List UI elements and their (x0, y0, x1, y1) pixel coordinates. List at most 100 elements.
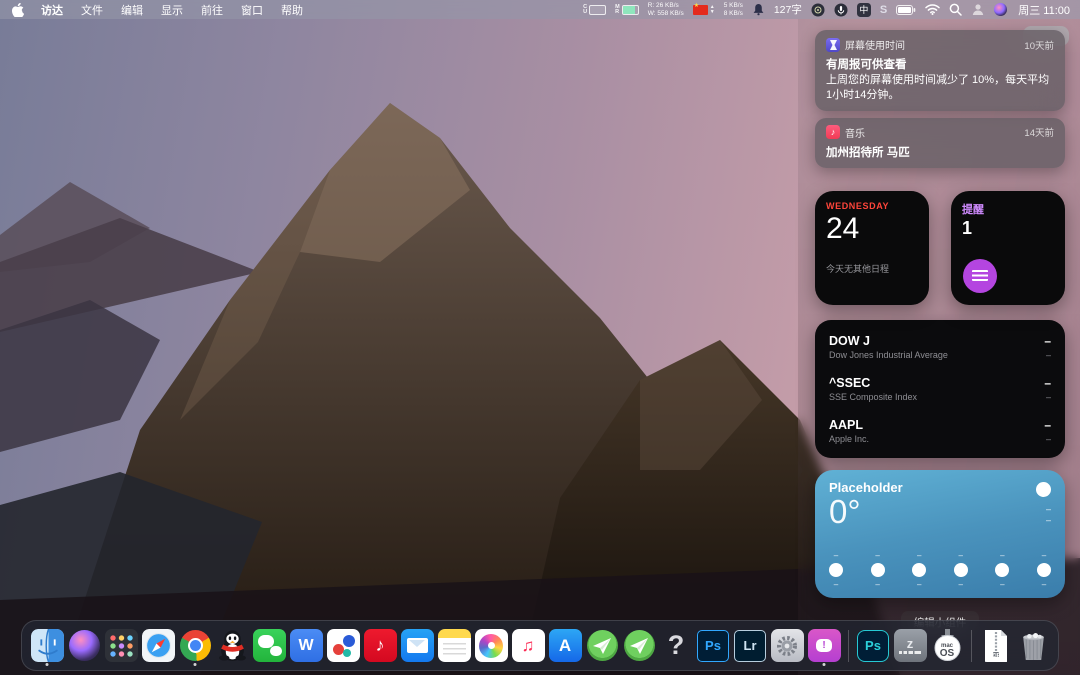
dock-tips-app[interactable]: ! (807, 627, 841, 665)
menu-app-name[interactable]: 访达 (32, 2, 72, 18)
weather-hour: –– (912, 551, 926, 589)
wifi-icon[interactable] (925, 4, 940, 15)
dock-shadowsocks-1[interactable] (585, 627, 619, 665)
dock-divider (971, 630, 972, 662)
download-arrow-icon: ▼ (710, 10, 715, 15)
baidu-netdisk-icon (327, 629, 360, 662)
safari-icon (142, 629, 175, 662)
weather-widget[interactable]: Placeholder 0° – – –– –– –– –– –– –– (815, 470, 1065, 598)
menu-file[interactable]: 文件 (72, 2, 112, 18)
stock-symbol: DOW J (829, 334, 948, 348)
reminders-title: 提醒 (962, 201, 1054, 217)
dock-photoshop[interactable]: Ps (696, 627, 730, 665)
notification-screen-time[interactable]: 屏幕使用时间 10天前 有周报可供查看 上周您的屏幕使用时间减少了 10%，每天… (815, 30, 1065, 111)
calendar-widget[interactable]: WEDNESDAY 24 今天无其他日程 (815, 191, 929, 305)
dock-finder[interactable] (30, 627, 64, 665)
memory-bar (622, 5, 639, 15)
s-status-icon[interactable]: S (880, 4, 887, 16)
weather-hour-icon (1037, 563, 1051, 577)
microphone-status-icon[interactable] (834, 3, 848, 17)
stock-row[interactable]: DOW J Dow Jones Industrial Average – – (829, 326, 1051, 368)
siri-dock-icon (69, 630, 100, 661)
dock-macos-installer[interactable]: mac OS (930, 627, 964, 665)
menu-window[interactable]: 窗口 (232, 2, 272, 18)
photoshop-icon: Ps (697, 630, 729, 662)
calendar-weekday: WEDNESDAY (826, 201, 918, 211)
menu-edit[interactable]: 编辑 (112, 2, 152, 18)
running-indicator (823, 663, 826, 666)
menu-help[interactable]: 帮助 (272, 2, 312, 18)
reminders-widget[interactable]: 提醒 1 (951, 191, 1065, 305)
apple-menu[interactable] (10, 3, 32, 17)
battery-icon[interactable] (896, 5, 916, 15)
dock-zip-file[interactable]: ZIP (979, 627, 1013, 665)
dock-app-store[interactable]: A (548, 627, 582, 665)
disk-read-speed: R: 26 KB/s (648, 2, 684, 10)
wps-icon: W (290, 629, 323, 662)
dock-siri[interactable] (67, 627, 101, 665)
launchpad-icon (105, 629, 138, 662)
weather-hour-icon (871, 563, 885, 577)
dock-trash[interactable] (1016, 627, 1050, 665)
dock-notes[interactable] (437, 627, 471, 665)
dock-safari[interactable] (141, 627, 175, 665)
dock-chrome[interactable] (178, 627, 212, 665)
spotlight-search-icon[interactable] (949, 3, 962, 16)
user-switch-icon[interactable] (971, 3, 985, 16)
menu-bar-clock[interactable]: 周三 11:00 (1016, 2, 1070, 18)
round-app-status-icon[interactable] (811, 3, 825, 17)
stocks-widget[interactable]: DOW J Dow Jones Industrial Average – – ^… (815, 320, 1065, 458)
chrome-icon (180, 630, 211, 661)
dock-photos[interactable] (474, 627, 508, 665)
ime-pinyin-icon[interactable]: 中 (857, 3, 871, 17)
paper-plane-icon (587, 630, 618, 661)
running-indicator (194, 663, 197, 666)
muted-bell-icon[interactable] (752, 3, 765, 16)
dock-shadowsocks-2[interactable] (622, 627, 656, 665)
siri-icon[interactable] (994, 3, 1007, 16)
dock-qq[interactable] (215, 627, 249, 665)
network-speed-status[interactable]: 5 KB/s 8 KB/s (724, 2, 743, 17)
menu-bar: 访达 文件 编辑 显示 前往 窗口 帮助 CU MR R: 26 KB/s W:… (0, 0, 1080, 19)
memory-gauge[interactable]: MR (615, 5, 639, 15)
notification-app-name: 屏幕使用时间 (845, 37, 905, 52)
notification-music[interactable]: ♪ 音乐 14天前 加州招待所 马匹 (815, 118, 1065, 168)
dock-mail[interactable] (400, 627, 434, 665)
input-word-count[interactable]: 127字 (774, 2, 802, 17)
weather-hour-icon (829, 563, 843, 577)
dock-system-preferences[interactable] (770, 627, 804, 665)
dock-wechat[interactable] (252, 627, 286, 665)
stock-name: SSE Composite Index (829, 392, 917, 402)
download-speed: 8 KB/s (724, 10, 743, 18)
dock-baidu-netdisk[interactable] (326, 627, 360, 665)
menu-view[interactable]: 显示 (152, 2, 192, 18)
trash-icon (1017, 629, 1050, 662)
stock-change: – (1044, 350, 1051, 360)
china-flag-icon (693, 5, 708, 15)
question-mark-icon: ? (660, 629, 693, 662)
weather-temperature: 0° (829, 495, 1051, 530)
dock-lightroom[interactable]: Lr (733, 627, 767, 665)
dock-music[interactable]: ♫ (511, 627, 545, 665)
dock-netease-music[interactable]: ♪ (363, 627, 397, 665)
network-flag-status[interactable]: ▲ ▼ (693, 5, 715, 15)
dock-photoshop-installer[interactable]: Ps (856, 627, 890, 665)
stock-price: – (1044, 376, 1051, 390)
disk-io-status[interactable]: R: 26 KB/s W: 558 KB/s (648, 2, 684, 17)
dock-launchpad[interactable] (104, 627, 138, 665)
cpu-gauge[interactable]: CU (583, 5, 606, 15)
stock-price: – (1044, 418, 1051, 432)
screen-time-app-icon (826, 38, 840, 52)
system-preferences-icon (771, 629, 804, 662)
weather-hour: –– (829, 551, 843, 589)
dock-disk-image[interactable]: z (893, 627, 927, 665)
stock-row[interactable]: ^SSEC SSE Composite Index – – (829, 368, 1051, 410)
stock-name: Dow Jones Industrial Average (829, 350, 948, 360)
mail-icon (401, 629, 434, 662)
dock-missing-app[interactable]: ? (659, 627, 693, 665)
notification-title: 加州招待所 马匹 (826, 144, 1054, 160)
weather-condition-icon (1036, 482, 1051, 497)
stock-row[interactable]: AAPL Apple Inc. – – (829, 410, 1051, 452)
dock-wps[interactable]: W (289, 627, 323, 665)
menu-go[interactable]: 前往 (192, 2, 232, 18)
